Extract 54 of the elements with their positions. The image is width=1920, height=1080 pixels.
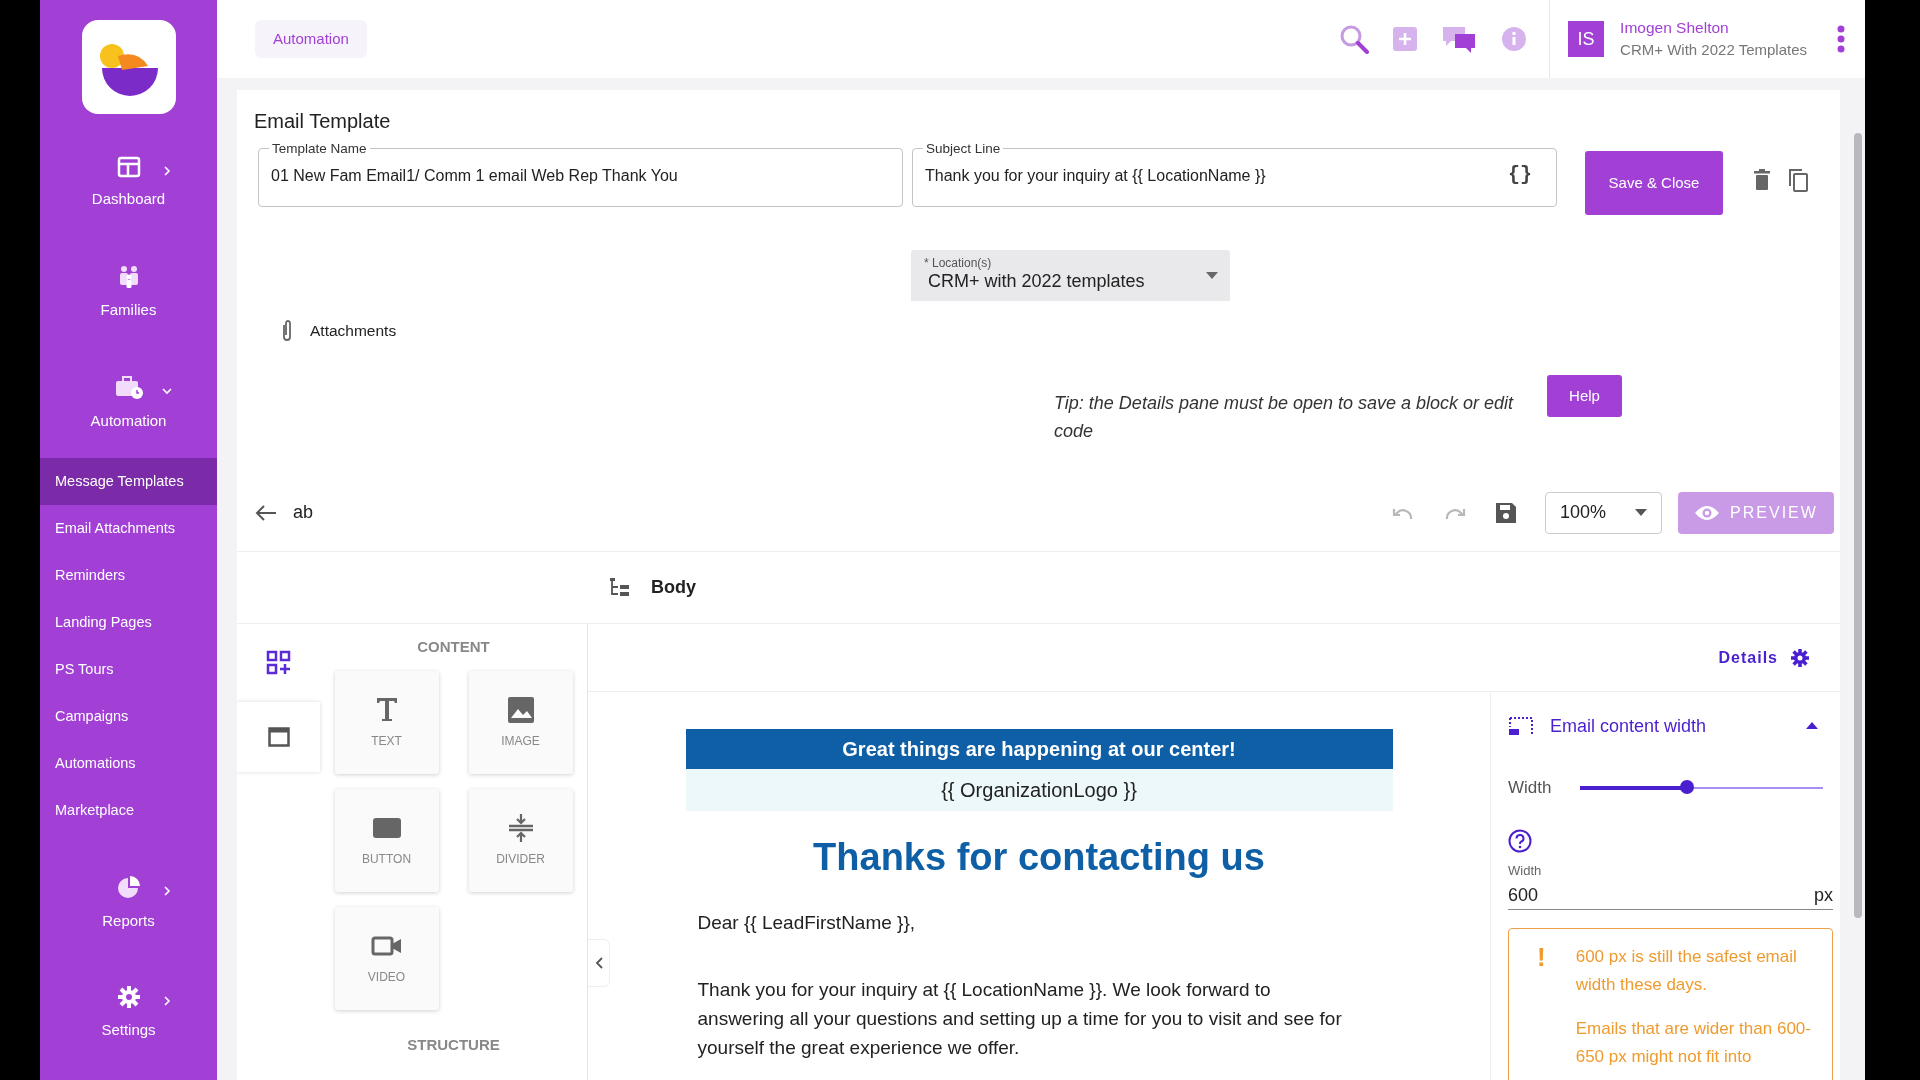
page-title: Email Template — [253, 109, 392, 134]
section-heading: CONTENT — [417, 637, 490, 657]
logo-block[interactable]: {{ OrganizationLogo }} — [685, 769, 1393, 811]
field-label: * Location(s) — [924, 255, 992, 272]
field-label: Width — [1508, 862, 1543, 880]
sidebar-item[interactable]: Settings — [101, 1018, 156, 1042]
field-value: 600 — [1508, 883, 1539, 907]
section-heading: STRUCTURE — [407, 1034, 500, 1055]
avatar[interactable]: IS — [1568, 21, 1605, 57]
block-tile[interactable]: DIVIDER — [468, 788, 573, 892]
block-tile[interactable]: VIDEO — [334, 906, 439, 1010]
sidebar-subitem[interactable]: Automations — [40, 740, 217, 787]
sidebar-subitem[interactable]: Campaigns — [40, 693, 217, 740]
sidebar-subitem[interactable]: Marketplace — [40, 787, 217, 834]
select-value: 100% — [1560, 501, 1607, 524]
sidebar-subitem[interactable]: PS Tours — [40, 646, 217, 693]
section-title[interactable]: Email content width — [1550, 712, 1806, 740]
email-banner: Great things are happening at our center! — [685, 729, 1393, 769]
sidebar-item[interactable]: Families — [100, 298, 157, 322]
zoom-select[interactable]: 100% — [1545, 491, 1662, 534]
sidebar-item[interactable]: Reports — [102, 909, 155, 933]
email-heading: Thanks for contacting us — [812, 835, 1266, 880]
sidebar-item[interactable]: Automation — [90, 409, 167, 433]
save-close-button[interactable]: Save & Close — [1585, 151, 1723, 215]
block-tile[interactable]: BUTTON — [334, 788, 439, 892]
template-label: ab — [293, 501, 314, 524]
sidebar-subitem[interactable]: Reminders — [40, 552, 217, 599]
user-name: Imogen Shelton — [1620, 18, 1730, 39]
block-tile[interactable]: TEXT — [334, 670, 439, 774]
slider-label: Width — [1508, 777, 1553, 800]
organization-name: CRM+ With 2022 Templates — [1620, 40, 1807, 61]
warning-text: 600 px is still the safest email width these days. — [1575, 945, 1798, 996]
sidebar-item[interactable]: Dashboard — [91, 187, 166, 211]
location-select[interactable]: * Location(s) CRM+ with 2022 templates — [911, 250, 1230, 301]
block-tile[interactable]: IMAGE — [468, 670, 573, 774]
tip-text: Tip: the Details pane must be open to save a block or edit code — [1054, 392, 1514, 443]
select-value: CRM+ with 2022 templates — [928, 270, 1146, 293]
unit-label: px — [1814, 883, 1833, 907]
width-field[interactable]: Width 600 px — [1508, 861, 1833, 910]
merge-tag-button[interactable]: {} — [1508, 159, 1532, 190]
warning-icon: ! — [1537, 942, 1546, 1080]
sidebar-subitem[interactable]: Landing Pages — [40, 599, 217, 646]
breadcrumb-text: Body — [651, 576, 696, 599]
breadcrumb-link[interactable]: Automation — [255, 19, 367, 59]
details-toggle[interactable]: Details — [1718, 645, 1778, 670]
subject-line-field[interactable]: Subject Line Thank you for your inquiry at {{ LocationName }} {} — [912, 142, 1557, 207]
help-button[interactable]: Help — [1547, 375, 1622, 417]
template-name-field[interactable]: Template Name 01 New Fam Email1/ Comm 1 email Web Rep Thank You — [258, 142, 903, 207]
attachments-label[interactable]: Attachments — [310, 319, 397, 343]
sidebar-subitem[interactable]: Message Templates — [40, 458, 217, 505]
sidebar-subitem[interactable]: Email Attachments — [40, 505, 217, 552]
warning-text: Emails that are wider than 600-650 px might not fit into — [1575, 1017, 1812, 1068]
email-paragraph: Thank you for your inquiry at {{ LocationName }}. We look forward to answering all your questions and setting up a time for you to visit and see for yourself the great experience we offer. — [697, 978, 1343, 1060]
email-paragraph: Dear {{ LeadFirstName }}, — [697, 911, 917, 935]
